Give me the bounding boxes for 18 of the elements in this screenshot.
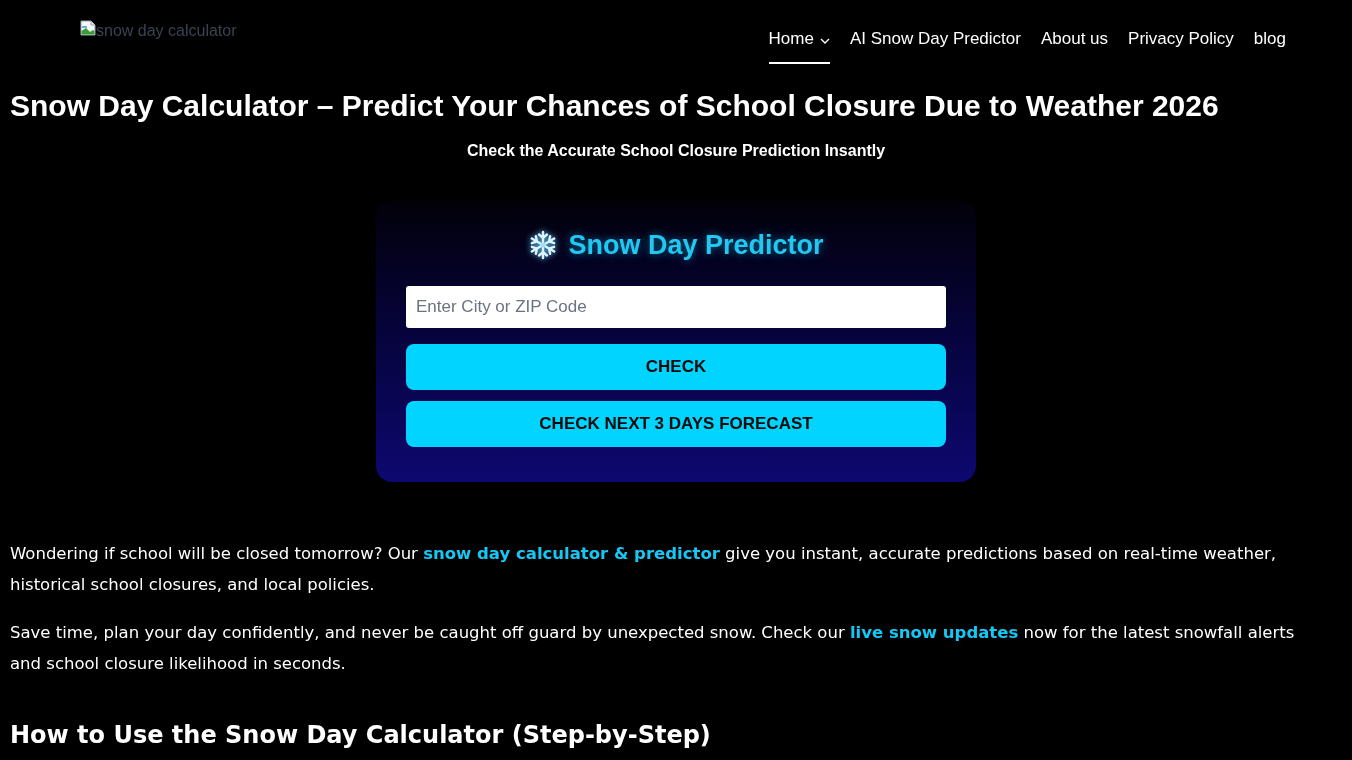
nav-link[interactable]: Home [768, 16, 830, 64]
broken-image-icon [80, 20, 96, 36]
nav-link[interactable]: blog [1253, 16, 1286, 64]
page-title: Snow Day Calculator – Predict Your Chances of School Closure Due to Weather 2026 [10, 88, 1220, 124]
location-input[interactable]: Enter City or ZIP Code [406, 286, 946, 328]
text-link[interactable]: snow day calculator & predictor [423, 544, 720, 563]
nav-link[interactable]: About us [1040, 16, 1109, 64]
intro-paragraph: Wondering if school will be closed tomorrow? Our snow day calculator & predictor give you instant, accurate predictions based on real-time weather, historical school closures, and local policies. [10, 543, 1278, 596]
intro-paragraph: Save time, plan your day confidently, and never be caught off guard by unexpected snow. Check our live snow updates now for the latest snowfall alerts and school closure likelihood in seconds. [10, 622, 1296, 675]
predictor-title: Snow Day Predictor [568, 230, 824, 260]
check-button[interactable]: CHECK [406, 344, 946, 390]
check-button[interactable]: CHECK NEXT 3 DAYS FORECAST [406, 401, 946, 447]
nav-link[interactable]: Privacy Policy [1128, 16, 1234, 64]
section-heading: How to Use the Snow Day Calculator (Step-by-Step) [10, 720, 712, 751]
nav-link[interactable]: AI Snow Day Predictor [849, 16, 1021, 64]
logo-alt-text: snow day calculator [96, 21, 237, 41]
text-link[interactable]: live snow updates [849, 623, 1019, 642]
page-subtitle: Check the Accurate School Closure Prediction Insantly [465, 141, 887, 161]
